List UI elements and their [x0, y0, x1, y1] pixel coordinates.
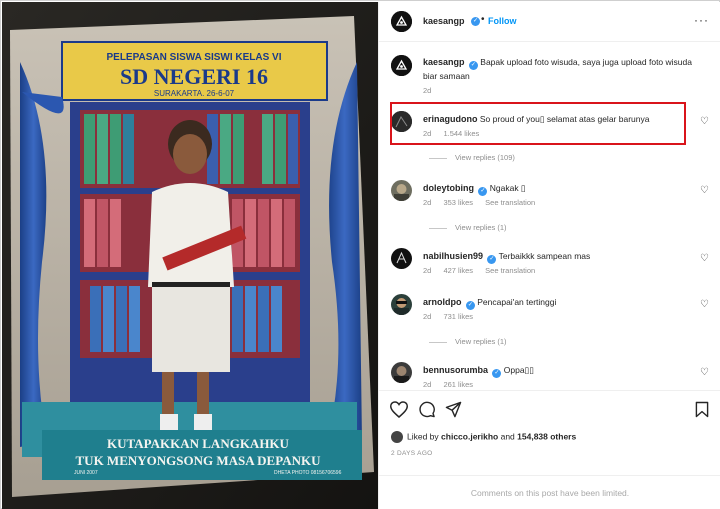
highlight-box	[390, 102, 686, 145]
comment-likes[interactable]: 427 likes	[443, 266, 473, 275]
comment-meta: 2d 731 likes	[423, 312, 483, 321]
view-replies-label: View replies (109)	[455, 153, 515, 162]
share-icon[interactable]	[445, 401, 462, 420]
graduation-photo-image: PELEPASAN SISWA SISWI KELAS VI SD NEGERI…	[2, 2, 378, 509]
comment-icon[interactable]	[418, 401, 436, 420]
comment-text: Ngakak ▯	[489, 183, 526, 193]
comment-meta: 2d 353 likes See translation	[423, 198, 545, 207]
liked-by-count[interactable]: 154,838 others	[517, 431, 576, 441]
instagram-post-window: PELEPASAN SISWA SISWI KELAS VI SD NEGERI…	[0, 0, 720, 509]
divider	[429, 157, 447, 159]
comment-body: arnoldpo ✓ Pencapai'an tertinggi	[423, 296, 703, 310]
separator-dot: •	[481, 14, 485, 25]
caption-line2: TUK MENYONGSONG MASA DEPANKU	[76, 453, 322, 468]
avatar[interactable]	[391, 294, 412, 315]
profile-photo-icon	[391, 294, 412, 315]
comment-username[interactable]: bennusorumba	[423, 365, 488, 375]
view-replies-link[interactable]: View replies (1)	[429, 337, 507, 346]
liked-by-line: Liked by chicco.jerikho and 154,838 othe…	[391, 431, 576, 443]
comments-limited-notice: Comments on this post have been limited.	[379, 475, 720, 509]
view-replies-label: View replies (1)	[455, 337, 507, 346]
comment-time: 2d	[423, 198, 432, 207]
comment-likes[interactable]: 261 likes	[443, 380, 473, 389]
banner-line2: SD NEGERI 16	[120, 64, 268, 89]
comment-likes[interactable]: 731 likes	[443, 312, 473, 321]
photo-small-right: DHETA PHOTO 08156706596	[274, 470, 342, 476]
like-comment-heart-icon[interactable]: ♡	[700, 185, 709, 196]
comment-time: 2d	[423, 380, 432, 389]
more-options-icon[interactable]: ···	[694, 13, 709, 27]
see-translation-link[interactable]: See translation	[485, 198, 535, 207]
profile-logo-icon	[391, 11, 412, 32]
comment-meta: 2d 261 likes	[423, 380, 483, 389]
liked-by-prefix: Liked by	[407, 431, 439, 442]
comment-text: Oppa▯▯	[503, 365, 534, 375]
verified-badge-icon: ✓	[471, 17, 480, 26]
comment-username[interactable]: nabilhusien99	[423, 251, 483, 261]
profile-logo-icon	[391, 55, 412, 76]
comment-time: 2d	[423, 312, 432, 321]
comment-body: nabilhusien99 ✓ Terbaikkk sampean mas	[423, 250, 703, 264]
comment-body: kaesangp ✓ Bapak upload foto wisuda, say…	[423, 56, 703, 83]
comments-list: kaesangp ✓ Bapak upload foto wisuda, say…	[379, 43, 720, 390]
view-replies-link[interactable]: View replies (109)	[429, 153, 515, 162]
comment-username[interactable]: doleytobing	[423, 183, 474, 193]
verified-badge-icon: ✓	[465, 301, 475, 310]
like-comment-heart-icon[interactable]: ♡	[700, 116, 709, 127]
avatar[interactable]	[391, 55, 412, 76]
liked-by-user[interactable]: chicco.jerikho	[441, 431, 498, 441]
profile-photo-icon	[391, 248, 412, 269]
verified-badge-icon: ✓	[478, 187, 488, 196]
comment-text: Pencapai'an tertinggi	[477, 297, 557, 307]
post-header: kaesangp ✓ • Follow ···	[379, 2, 720, 42]
like-comment-heart-icon[interactable]: ♡	[700, 253, 709, 264]
heart-icon[interactable]	[389, 401, 409, 420]
like-comment-heart-icon[interactable]: ♡	[700, 299, 709, 310]
comment-meta: 2d 427 likes See translation	[423, 266, 545, 275]
see-translation-link[interactable]: See translation	[485, 266, 535, 275]
post-timestamp: 2 DAYS AGO	[391, 450, 433, 457]
profile-photo-icon	[391, 362, 412, 383]
comment-meta: 2d	[423, 86, 441, 95]
avatar[interactable]	[391, 248, 412, 269]
liked-by-and: and	[500, 431, 515, 442]
verified-badge-icon: ✓	[468, 61, 478, 70]
verified-badge-icon: ✓	[487, 255, 497, 264]
avatar[interactable]	[391, 431, 403, 443]
profile-photo-icon	[391, 180, 412, 201]
comment-text: Terbaikkk sampean mas	[498, 251, 591, 261]
post-sidebar: kaesangp ✓ • Follow ··· kaesangp ✓ Bapak…	[378, 2, 720, 509]
banner-line3: SURAKARTA. 26-6-07	[154, 89, 235, 98]
banner-line1: PELEPASAN SISWA SISWI KELAS VI	[106, 52, 281, 63]
follow-button[interactable]: Follow	[488, 16, 517, 26]
bookmark-icon[interactable]	[695, 401, 709, 420]
avatar[interactable]	[391, 362, 412, 383]
comment-username[interactable]: arnoldpo	[423, 297, 462, 307]
divider	[429, 341, 447, 343]
post-photo[interactable]: PELEPASAN SISWA SISWI KELAS VI SD NEGERI…	[2, 2, 378, 509]
verified-badge-icon: ✓	[492, 369, 502, 378]
view-replies-label: View replies (1)	[455, 223, 507, 232]
avatar[interactable]	[391, 180, 412, 201]
caption-line1: KUTAPAKKAN LANGKAHKU	[107, 436, 289, 451]
post-actions: Liked by chicco.jerikho and 154,838 othe…	[379, 390, 720, 509]
comment-time: 2d	[423, 86, 432, 95]
like-comment-heart-icon[interactable]: ♡	[700, 367, 709, 378]
avatar[interactable]	[391, 11, 412, 32]
header-username[interactable]: kaesangp	[423, 16, 465, 26]
comment-body: doleytobing ✓ Ngakak ▯	[423, 182, 703, 196]
comment-username[interactable]: kaesangp	[423, 57, 465, 67]
photo-small-left: JUNI 2007	[74, 470, 98, 476]
divider	[429, 227, 447, 229]
comment-body: bennusorumba ✓ Oppa▯▯	[423, 364, 703, 378]
view-replies-link[interactable]: View replies (1)	[429, 223, 507, 232]
comment-likes[interactable]: 353 likes	[443, 198, 473, 207]
comment-time: 2d	[423, 266, 432, 275]
